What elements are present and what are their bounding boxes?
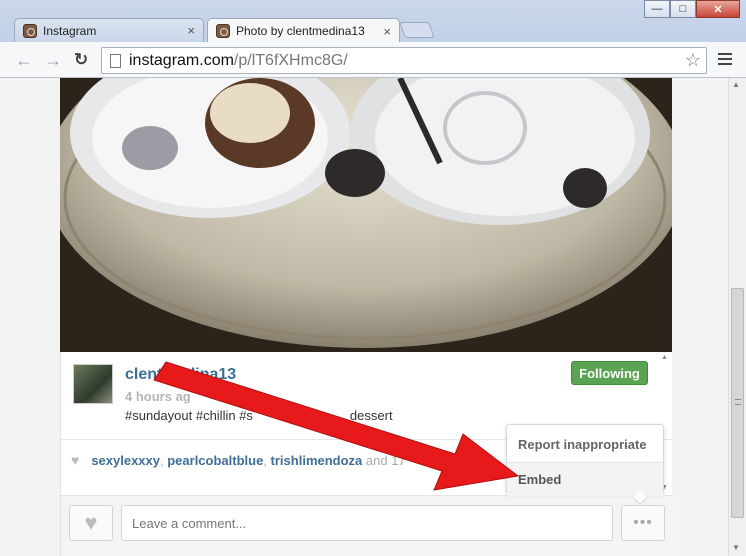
caption-text: #sundayout #chillin #s	[125, 408, 253, 423]
post-photo[interactable]	[60, 78, 672, 352]
bookmark-star-icon[interactable]: ☆	[685, 50, 701, 71]
heart-icon: ♥	[71, 452, 80, 468]
likes-suffix: and 17	[365, 453, 406, 468]
like-button[interactable]: ♥	[69, 505, 113, 541]
post-username[interactable]: clentmedina13	[125, 366, 236, 384]
new-tab-button[interactable]	[399, 22, 435, 38]
more-options-button[interactable]: •••	[621, 505, 665, 541]
tab-photo[interactable]: Photo by clentmedina13 ×	[207, 18, 400, 43]
ellipsis-icon: •••	[633, 514, 653, 531]
browser-window: — □ ✕ Instagram × Photo by clentmedina13…	[0, 0, 746, 556]
tab-close-icon[interactable]: ×	[187, 23, 195, 38]
maximize-button[interactable]: □	[670, 0, 696, 18]
page-scrollbar[interactable]: ▲ ▼	[728, 78, 746, 556]
forward-arrow-icon[interactable]: →	[44, 50, 62, 71]
back-arrow-icon[interactable]: ←	[15, 50, 33, 71]
scroll-up-icon[interactable]: ▲	[732, 80, 740, 89]
likes-row: ♥ sexylexxxy, pearlcobaltblue, trishlimen…	[71, 452, 406, 468]
scroll-thumb[interactable]	[731, 288, 744, 518]
menu-icon[interactable]	[718, 53, 732, 68]
liker-link[interactable]: trishlimendoza	[271, 453, 363, 468]
heart-icon: ♥	[84, 510, 98, 535]
comment-input[interactable]	[121, 505, 613, 541]
instagram-favicon-icon	[216, 24, 230, 38]
minimize-button[interactable]: —	[644, 0, 670, 18]
options-menu: Report inappropriate Embed	[506, 424, 664, 506]
comment-bar: ♥ •••	[61, 495, 673, 556]
liker-link[interactable]: sexylexxxy	[91, 453, 160, 468]
url-host: instagram.com	[129, 51, 234, 69]
post-caption: #sundayout #chillin #s dessert	[125, 408, 393, 423]
tab-close-icon[interactable]: ×	[383, 24, 391, 39]
card-scroll-up-icon[interactable]: ▲	[661, 354, 668, 361]
page-icon	[110, 53, 121, 68]
reload-icon[interactable]: ↻	[74, 50, 88, 70]
post-time: 4 hours ag	[125, 389, 191, 404]
tab-instagram[interactable]: Instagram ×	[14, 18, 204, 42]
following-button[interactable]: Following	[571, 361, 648, 385]
window-controls: — □ ✕	[644, 0, 740, 18]
caption-tail: dessert	[349, 408, 393, 423]
tab-strip: — □ ✕ Instagram × Photo by clentmedina13…	[0, 0, 746, 43]
scroll-down-icon[interactable]: ▼	[732, 543, 740, 552]
liker-link[interactable]: pearlcobaltblue	[167, 453, 263, 468]
browser-toolbar: ← → ↻ instagram.com/p/lT6fXHmc8G/ ☆	[0, 42, 746, 78]
instagram-favicon-icon	[23, 23, 37, 38]
url-path: /p/lT6fXHmc8G/	[233, 51, 348, 69]
address-bar[interactable]: instagram.com/p/lT6fXHmc8G/ ☆	[101, 47, 707, 74]
tab-title: Photo by clentmedina13	[236, 24, 365, 38]
menu-item-report-inappropriate[interactable]: Report inappropriate	[507, 427, 663, 461]
avatar[interactable]	[73, 364, 113, 404]
tab-title: Instagram	[43, 23, 97, 38]
close-window-button[interactable]: ✕	[696, 0, 740, 18]
